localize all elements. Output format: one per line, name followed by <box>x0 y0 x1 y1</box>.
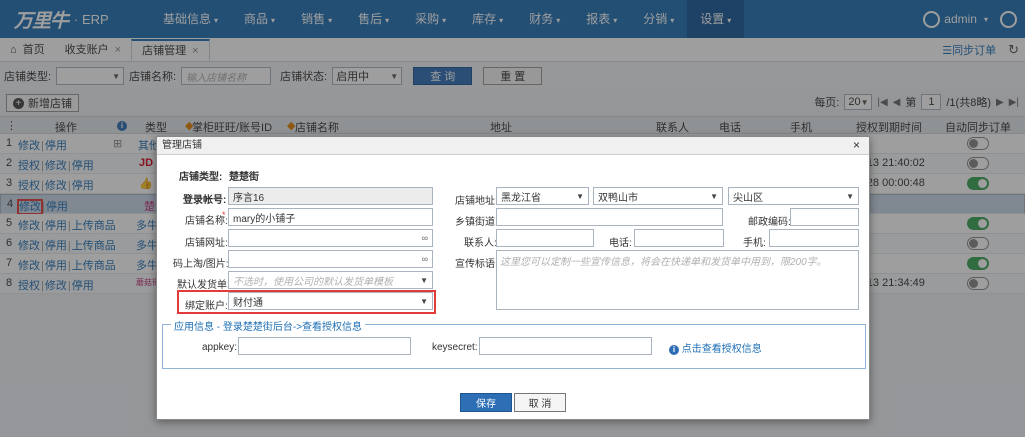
info-icon: i <box>669 345 679 355</box>
link-icon: ∞ <box>421 233 428 243</box>
appkey-field[interactable] <box>238 337 411 355</box>
image-field[interactable]: ∞ <box>228 250 433 268</box>
chevron-down-icon: ▼ <box>846 191 854 201</box>
app-info-fieldset: 应用信息 - 登录楚楚街后台->查看授权信息 appkey: keysecret… <box>162 318 866 369</box>
view-auth-link[interactable]: i 点击查看授权信息 <box>669 340 762 355</box>
mobile-field[interactable] <box>769 229 859 247</box>
zip-field[interactable] <box>790 208 859 226</box>
province-select[interactable]: 黑龙江省 ▼ <box>496 187 589 205</box>
phone-field[interactable] <box>634 229 724 247</box>
save-button[interactable]: 保存 <box>460 393 512 412</box>
default-shipper-select[interactable]: 不选时，使用公司的默认发货单模板 ▼ <box>228 271 433 289</box>
close-icon[interactable]: × <box>853 137 860 154</box>
shop-name-field[interactable]: mary的小铺子 <box>228 208 433 226</box>
shop-url-field[interactable]: ∞ <box>228 229 433 247</box>
chevron-down-icon: ▼ <box>420 296 428 306</box>
required-asterisk: * <box>222 210 226 220</box>
cancel-button[interactable]: 取 消 <box>514 393 566 412</box>
chevron-down-icon: ▼ <box>710 191 718 201</box>
keysecret-field[interactable] <box>479 337 652 355</box>
slogan-textarea[interactable]: 这里您可以定制一些宣传信息，将会在快递单和发货单中用到，限200字。 <box>496 250 859 310</box>
login-account-field: 序言16 <box>228 187 433 205</box>
bind-account-select[interactable]: 财付通 ▼ <box>228 292 433 310</box>
town-field[interactable] <box>496 208 723 226</box>
dialog-title-bar: 管理店铺 × <box>157 137 869 155</box>
district-select[interactable]: 尖山区 ▼ <box>728 187 859 205</box>
manage-shop-dialog: 管理店铺 × 店铺类型: 楚楚街 登录帐号: 序言16 店铺名称: * mary… <box>156 136 870 420</box>
chevron-down-icon: ▼ <box>420 275 428 285</box>
chevron-down-icon: ▼ <box>576 191 584 201</box>
link-icon: ∞ <box>421 254 428 264</box>
contact-field[interactable] <box>496 229 594 247</box>
app-info-legend[interactable]: 应用信息 - 登录楚楚街后台->查看授权信息 <box>171 318 366 333</box>
city-select[interactable]: 双鸭山市 ▼ <box>593 187 723 205</box>
